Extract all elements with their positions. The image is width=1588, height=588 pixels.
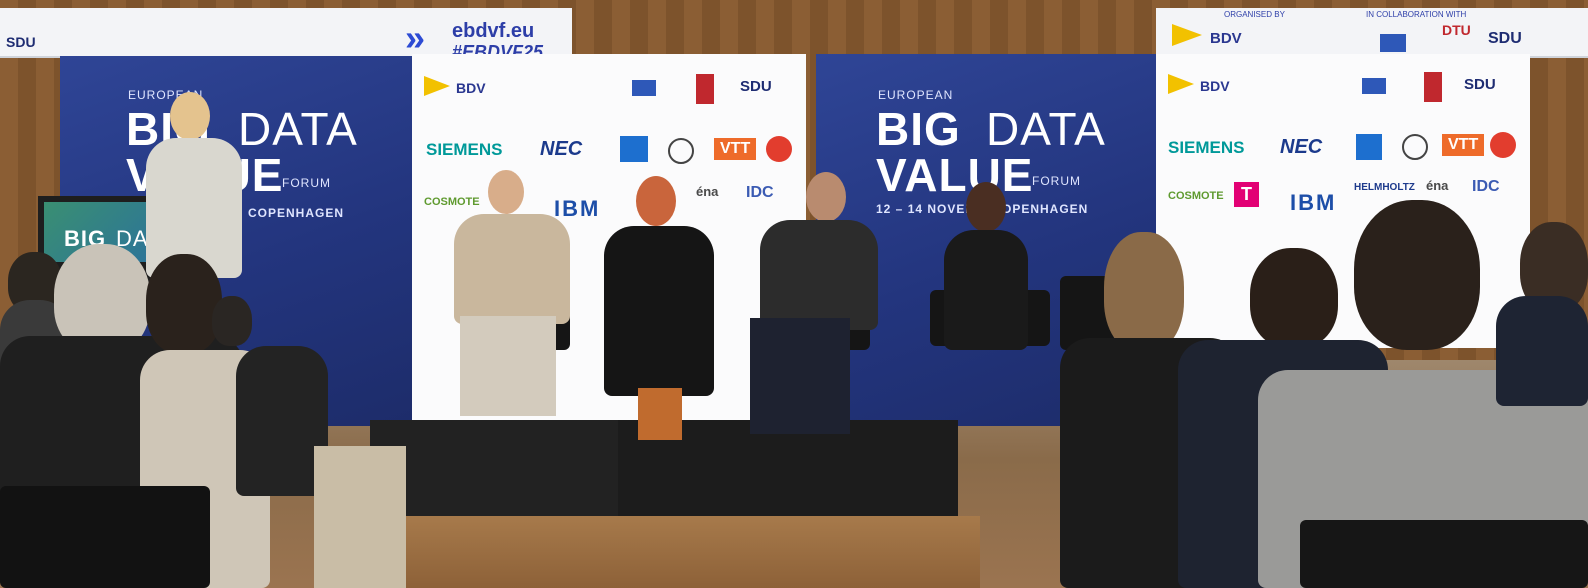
panelist-head xyxy=(966,182,1006,232)
wall-sdu: SDU xyxy=(740,78,772,95)
eu-flag-icon xyxy=(632,80,656,96)
wall-bdv: BDV xyxy=(456,80,486,96)
backdrop-location-right: OPENHAGEN xyxy=(1002,202,1089,216)
presenter-head xyxy=(170,92,210,140)
event-photo: SDU » ebdvf.eu #EBDVF25 ORGANISED BY IN … xyxy=(0,0,1588,588)
bdv-logo-icon xyxy=(1172,24,1202,46)
bdv-logo-icon xyxy=(1168,74,1194,94)
wall-nec: NEC xyxy=(540,138,583,160)
backdrop-location: COPENHAGEN xyxy=(248,206,345,220)
projection-screen-right: ORGANISED BY IN COLLABORATION WITH BDV D… xyxy=(1156,8,1588,58)
screen-sdu-logo-right: SDU xyxy=(1488,30,1522,47)
screen-bdv-logo: BDV xyxy=(1210,30,1242,47)
intel-logo-icon xyxy=(1356,134,1382,160)
wall-siemens: SIEMENS xyxy=(426,140,503,159)
panelist-body xyxy=(454,214,570,324)
backdrop-forum-right: FORUM xyxy=(1032,174,1081,188)
bdv-logo-icon xyxy=(424,76,450,96)
audience-legs xyxy=(314,446,406,588)
audience-head xyxy=(1354,200,1480,350)
panelist-body xyxy=(604,226,714,396)
wall-cosmote: COSMOTE xyxy=(424,196,480,208)
backdrop-value-right: VALUE xyxy=(876,149,1034,201)
wall-idc: IDC xyxy=(746,184,774,201)
red-circle-logo-icon xyxy=(766,136,792,162)
globe-logo-icon xyxy=(1402,134,1428,160)
dtu-logo-icon xyxy=(1424,72,1442,102)
backdrop-european-right: EUROPEAN xyxy=(878,88,954,102)
audience-head xyxy=(146,254,222,354)
wall-ena-right: éna xyxy=(1426,178,1449,193)
wall-t-logo: T xyxy=(1234,182,1259,207)
chevron-arrows-icon: » xyxy=(405,17,426,58)
eu-flag-icon xyxy=(1362,78,1386,94)
wall-helmholtz: HELMHOLTZ xyxy=(1354,182,1415,193)
wall-bdv-right: BDV xyxy=(1200,78,1230,94)
backdrop-forum: FORUM xyxy=(282,176,331,190)
panelist-head xyxy=(636,176,676,226)
panelist-head xyxy=(488,170,524,214)
audience-head xyxy=(212,296,252,346)
screen-url: ebdvf.eu xyxy=(452,20,535,42)
audience-body xyxy=(1496,296,1588,406)
projection-screen-left: SDU » ebdvf.eu #EBDVF25 xyxy=(0,8,572,62)
panelist-body xyxy=(944,230,1028,350)
panelist-body xyxy=(760,220,878,330)
red-circle-logo-icon xyxy=(1490,132,1516,158)
globe-logo-icon xyxy=(668,138,694,164)
foreground-chair xyxy=(1300,520,1588,588)
screen-organised-by: ORGANISED BY xyxy=(1224,10,1285,19)
foreground-chair xyxy=(0,486,210,588)
wall-nec-right: NEC xyxy=(1280,136,1323,158)
eu-flag-icon xyxy=(1380,34,1406,52)
screen-dtu-logo: DTU xyxy=(1442,22,1471,38)
screen-sdu-logo: SDU xyxy=(6,34,36,50)
panelist-boots xyxy=(638,388,682,440)
audience-head xyxy=(1104,232,1184,352)
wall-ibm: IBM xyxy=(554,196,601,221)
audience-head xyxy=(1250,248,1338,348)
floor xyxy=(400,516,980,588)
wall-vtt: VTT xyxy=(714,138,757,160)
wall-ibm-right: IBM xyxy=(1290,190,1337,215)
wall-cosmote-right: COSMOTE xyxy=(1168,190,1224,202)
panelist-legs xyxy=(460,316,556,416)
wall-idc-right: IDC xyxy=(1472,178,1500,195)
dtu-logo-icon xyxy=(696,74,714,104)
wall-vtt-right: VTT xyxy=(1442,134,1485,156)
wall-sdu-right: SDU xyxy=(1464,76,1496,93)
screen-collaboration: IN COLLABORATION WITH xyxy=(1366,10,1467,19)
wall-siemens-right: SIEMENS xyxy=(1168,138,1245,157)
intel-logo-icon xyxy=(620,136,648,162)
panelist-head xyxy=(806,172,846,222)
wall-ena: éna xyxy=(696,184,719,199)
panelist-legs xyxy=(750,318,850,434)
